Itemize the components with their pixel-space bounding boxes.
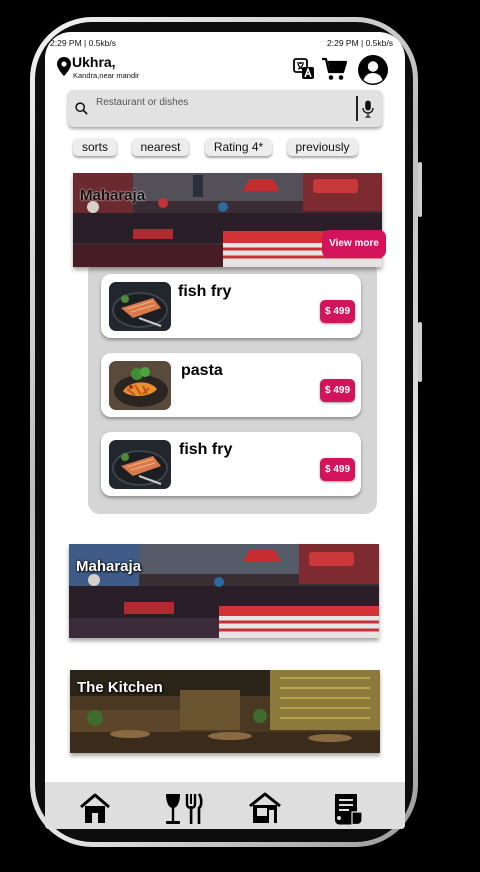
restaurant-name: The Kitchen	[77, 679, 163, 696]
search-input[interactable]: Restaurant or dishes	[96, 97, 188, 108]
status-left: 2:29 PM | 0.5kb/s	[50, 38, 116, 48]
view-more-button[interactable]: View more	[322, 230, 386, 258]
price-badge[interactable]: $ 499	[320, 458, 355, 481]
app-screen: 2:29 PM | 0.5kb/s 2:29 PM | 0.5kb/s Ukhr…	[45, 32, 405, 829]
dish-item[interactable]: fish fry $ 499	[101, 432, 361, 496]
restaurant-card[interactable]: Maharaja	[69, 544, 379, 638]
dish-name: pasta	[181, 362, 223, 379]
dish-item[interactable]: fish fry $ 499	[101, 274, 361, 338]
search-divider	[356, 96, 358, 121]
translate-icon[interactable]	[293, 58, 315, 85]
search-bar[interactable]: Restaurant or dishes	[68, 90, 382, 127]
bottom-navigation	[45, 782, 405, 829]
filter-chip-sorts[interactable]: sorts	[73, 138, 117, 156]
dining-icon[interactable]	[163, 792, 203, 829]
filter-chip-rating[interactable]: Rating 4*	[205, 138, 272, 156]
dish-thumbnail	[109, 361, 171, 410]
filter-chip-previously[interactable]: previously	[287, 138, 358, 156]
price-badge[interactable]: $ 499	[320, 379, 355, 402]
location-pin-icon[interactable]	[57, 57, 71, 81]
account-icon[interactable]	[358, 55, 388, 90]
restaurant-name: Maharaja	[76, 558, 142, 575]
dish-thumbnail	[109, 440, 171, 489]
dish-name: fish fry	[179, 441, 233, 458]
location-title[interactable]: Ukhra,	[72, 54, 116, 70]
featured-restaurant-name: Maharaja	[80, 187, 146, 204]
status-right: 2:29 PM | 0.5kb/s	[327, 38, 393, 48]
dish-thumbnail	[109, 282, 171, 331]
search-icon	[75, 102, 88, 120]
dish-item[interactable]: pasta $ 499	[101, 353, 361, 417]
restaurant-card[interactable]: The Kitchen	[70, 670, 380, 753]
home-icon[interactable]	[79, 792, 111, 829]
cart-icon[interactable]	[322, 57, 348, 86]
mic-icon[interactable]	[362, 100, 374, 123]
volume-button	[418, 162, 422, 217]
filter-chip-nearest[interactable]: nearest	[132, 138, 189, 156]
location-subtitle: Kandra,near mandir	[73, 71, 140, 80]
power-button	[418, 322, 422, 382]
price-badge[interactable]: $ 499	[320, 300, 355, 323]
store-icon[interactable]	[248, 792, 282, 829]
orders-icon[interactable]	[330, 792, 364, 829]
dish-name: fish fry	[178, 283, 232, 300]
